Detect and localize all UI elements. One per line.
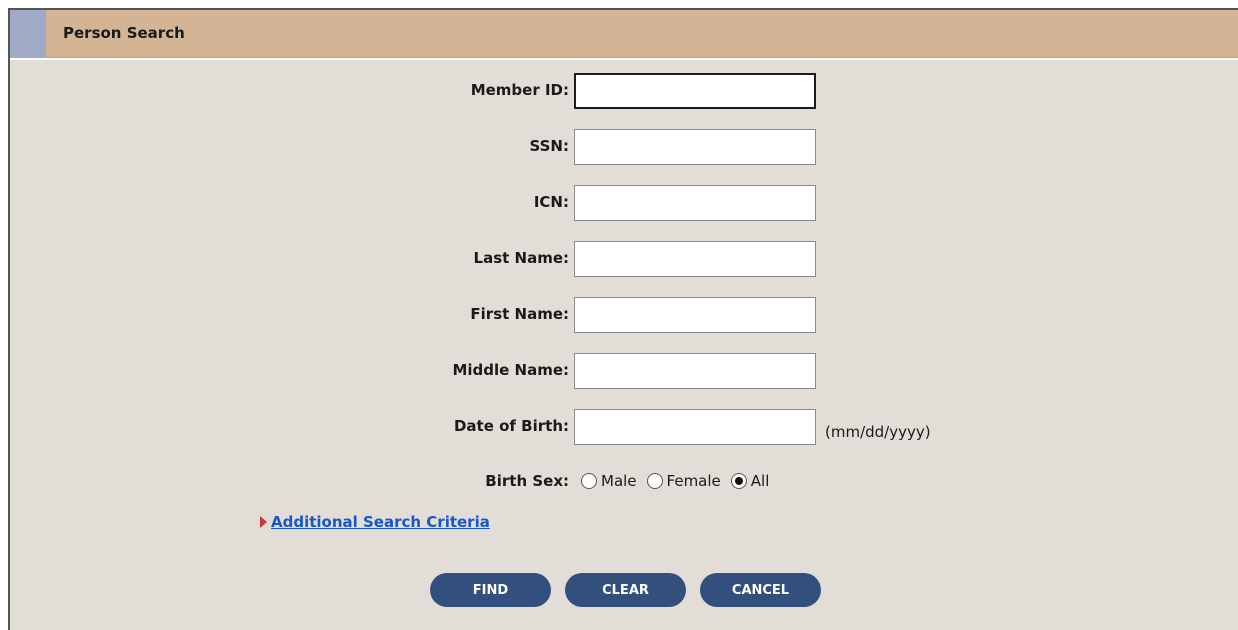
icn-input[interactable] bbox=[574, 185, 816, 221]
member-id-row: Member ID: bbox=[10, 73, 1010, 109]
radio-option-all[interactable]: All bbox=[730, 472, 770, 490]
dob-label: Date of Birth: bbox=[453, 417, 569, 435]
dob-format-hint: (mm/dd/yyyy) bbox=[825, 423, 931, 441]
cancel-button[interactable]: CANCEL bbox=[700, 573, 821, 607]
last-name-input[interactable] bbox=[574, 241, 816, 277]
first-name-row: First Name: bbox=[10, 297, 1010, 333]
additional-search-criteria-label[interactable]: Additional Search Criteria bbox=[271, 513, 490, 531]
first-name-label: First Name: bbox=[470, 305, 569, 323]
radio-all[interactable] bbox=[730, 473, 747, 489]
middle-name-label: Middle Name: bbox=[452, 361, 569, 379]
birth-sex-radio-group: Male Female All bbox=[581, 472, 773, 490]
person-search-panel: Person Search Member ID: SSN: ICN: Last … bbox=[8, 8, 1238, 630]
header-accent bbox=[10, 10, 46, 57]
birth-sex-row: Birth Sex: Male Female All bbox=[10, 466, 1010, 502]
ssn-row: SSN: bbox=[10, 129, 1010, 165]
find-button[interactable]: FIND bbox=[430, 573, 551, 607]
radio-male[interactable] bbox=[581, 473, 597, 489]
dob-input[interactable] bbox=[574, 409, 816, 445]
middle-name-row: Middle Name: bbox=[10, 353, 1010, 389]
birth-sex-label: Birth Sex: bbox=[485, 472, 569, 490]
panel-title: Person Search bbox=[63, 24, 185, 42]
action-buttons: FIND CLEAR CANCEL bbox=[430, 573, 821, 607]
icn-row: ICN: bbox=[10, 185, 1010, 221]
icn-label: ICN: bbox=[533, 193, 569, 211]
radio-male-label: Male bbox=[601, 472, 637, 490]
radio-female-label: Female bbox=[666, 472, 721, 490]
header-divider bbox=[10, 58, 1238, 60]
radio-all-label: All bbox=[750, 472, 770, 490]
additional-search-criteria-link[interactable]: Additional Search Criteria bbox=[260, 513, 490, 531]
ssn-label: SSN: bbox=[529, 137, 570, 155]
member-id-input[interactable] bbox=[574, 73, 816, 109]
first-name-input[interactable] bbox=[574, 297, 816, 333]
member-id-label: Member ID: bbox=[470, 81, 569, 99]
panel-header: Person Search bbox=[10, 10, 1238, 58]
clear-button[interactable]: CLEAR bbox=[565, 573, 686, 607]
radio-female[interactable] bbox=[646, 473, 663, 489]
radio-option-female[interactable]: Female bbox=[646, 472, 721, 490]
last-name-row: Last Name: bbox=[10, 241, 1010, 277]
dob-row: Date of Birth: (mm/dd/yyyy) bbox=[10, 409, 1010, 445]
ssn-input[interactable] bbox=[574, 129, 816, 165]
last-name-label: Last Name: bbox=[473, 249, 569, 267]
expand-arrow-icon bbox=[260, 516, 267, 528]
radio-option-male[interactable]: Male bbox=[581, 472, 637, 490]
middle-name-input[interactable] bbox=[574, 353, 816, 389]
